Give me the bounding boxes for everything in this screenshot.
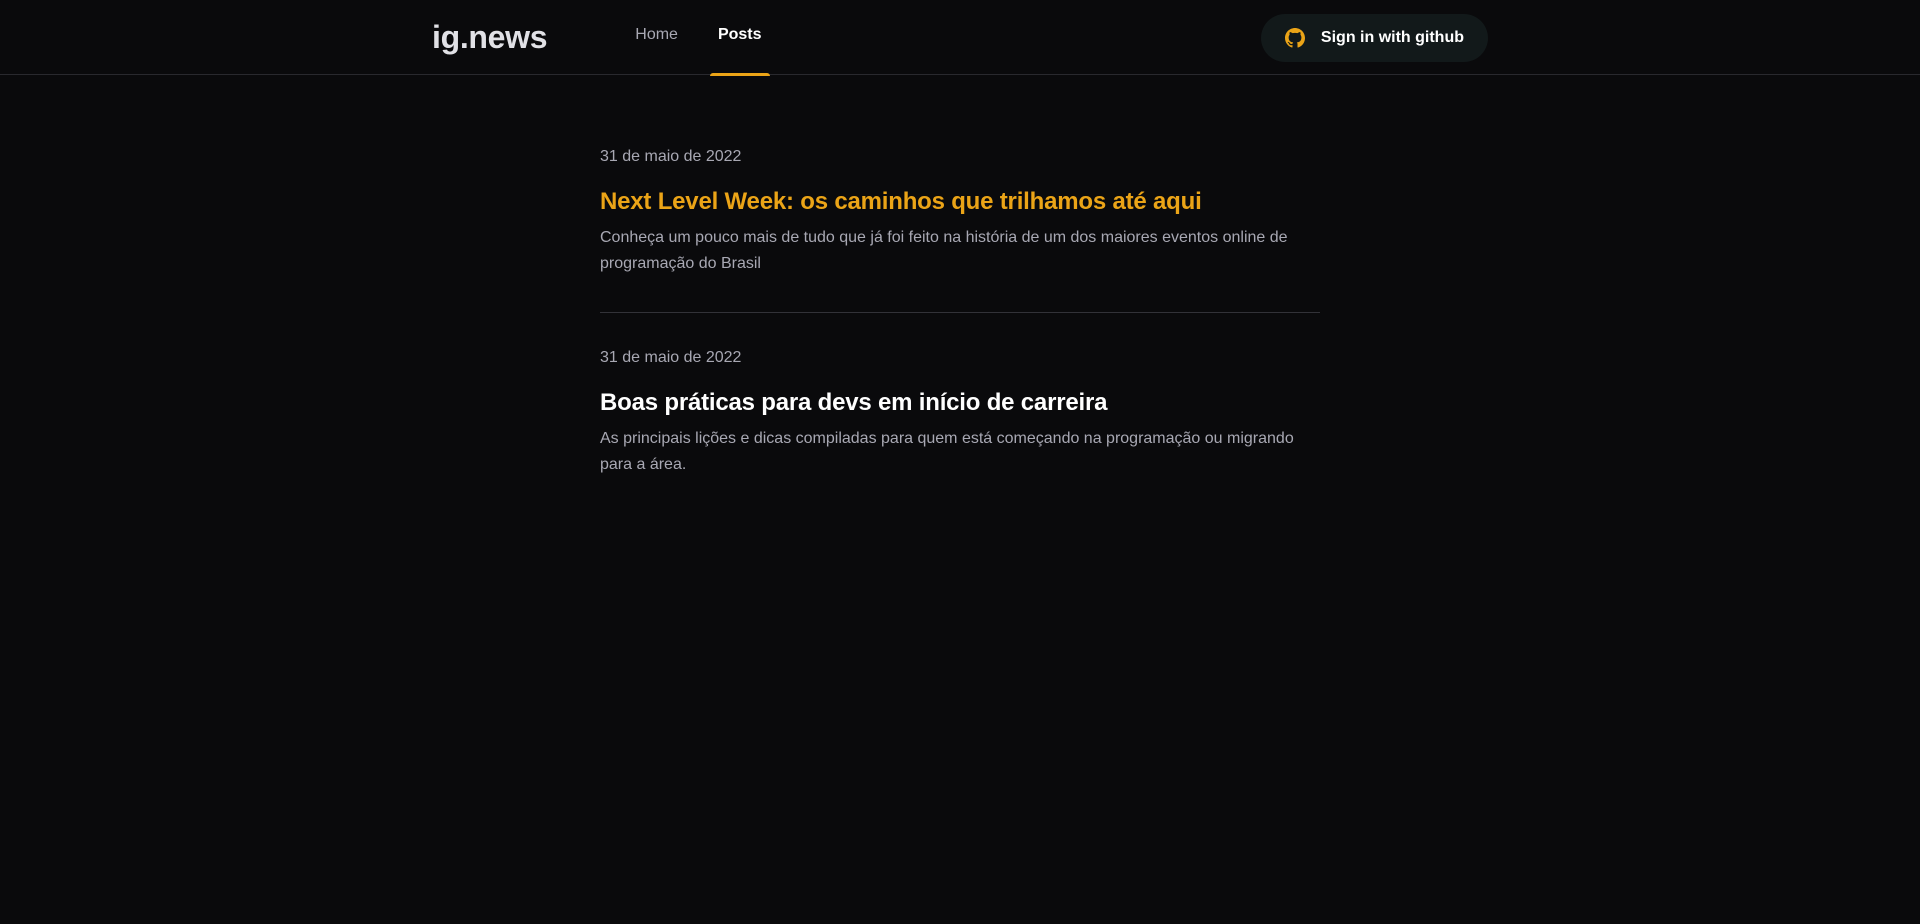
nav-link-posts[interactable]: Posts: [709, 0, 770, 76]
post-title[interactable]: Next Level Week: os caminhos que trilham…: [600, 187, 1320, 217]
sign-in-label: Sign in with github: [1320, 28, 1464, 46]
post-date: 31 de maio de 2022: [600, 349, 742, 366]
post-card[interactable]: 31 de maio de 2022 Next Level Week: os c…: [600, 147, 1320, 312]
main-nav: Home Posts: [627, 0, 793, 76]
header-container: ig.news Home Posts Sign in with github: [432, 0, 1488, 76]
site-logo[interactable]: ig.news: [432, 19, 548, 56]
nav-link-home[interactable]: Home: [627, 0, 686, 75]
site-header: ig.news Home Posts Sign in with github: [0, 0, 1920, 76]
post-excerpt: As principais lições e dicas compiladas …: [600, 430, 1294, 473]
post-date: 31 de maio de 2022: [600, 148, 742, 165]
github-icon: [1284, 27, 1305, 48]
posts-list: 31 de maio de 2022 Next Level Week: os c…: [600, 147, 1320, 513]
post-title[interactable]: Boas práticas para devs em início de car…: [600, 388, 1320, 418]
post-excerpt: Conheça um pouco mais de tudo que já foi…: [600, 229, 1288, 272]
sign-in-github-button[interactable]: Sign in with github: [1260, 13, 1488, 62]
post-card[interactable]: 31 de maio de 2022 Boas práticas para de…: [600, 313, 1320, 513]
